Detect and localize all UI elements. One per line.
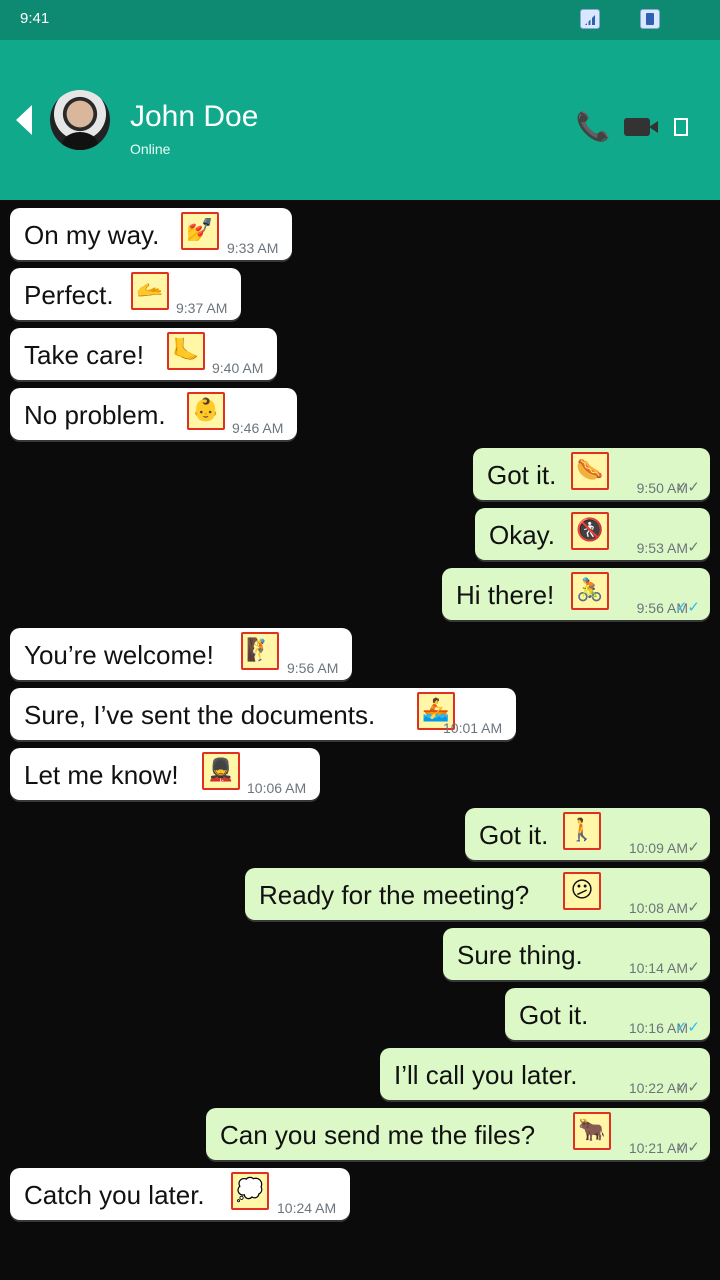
message-incoming[interactable]: Let me know! 💂 10:06 AM xyxy=(10,748,320,800)
message-incoming[interactable]: Take care! 🦶 9:40 AM xyxy=(10,328,277,380)
message-text: Got it. xyxy=(519,1000,589,1030)
message-text: On my way. xyxy=(24,220,160,250)
message-outgoing[interactable]: Hi there! 🚴 9:56 AM ✓✓ xyxy=(442,568,710,620)
message-time: 10:09 AM xyxy=(628,840,688,856)
message-time: 9:37 AM xyxy=(176,300,228,316)
delivered-ticks-icon: ✓✓ xyxy=(674,1139,700,1156)
message-text: Let me know! xyxy=(24,760,179,790)
message-incoming[interactable]: Sure, I’ve sent the documents. 🚣 10:01 A… xyxy=(10,688,516,740)
message-time: 9:40 AM xyxy=(212,360,264,376)
message-outgoing[interactable]: Got it. 🌭 9:50 AM ✓✓ xyxy=(473,448,710,500)
contact-name[interactable]: John Doe xyxy=(130,100,258,134)
emoji: 🌭 xyxy=(571,452,609,490)
message-time: 10:14 AM xyxy=(628,960,688,976)
message-text: Ready for the meeting? xyxy=(259,880,530,910)
message-time: 10:08 AM xyxy=(628,900,688,916)
message-outgoing[interactable]: Can you send me the files? 🐂 10:21 AM ✓✓ xyxy=(206,1108,710,1160)
message-text: Sure, I’ve sent the documents. xyxy=(24,700,376,730)
message-text: Catch you later. xyxy=(24,1180,205,1210)
emoji: 🐂 xyxy=(573,1112,611,1150)
message-incoming[interactable]: Perfect. 🫴 9:37 AM xyxy=(10,268,241,320)
emoji: 🚴 xyxy=(571,572,609,610)
menu-button[interactable] xyxy=(666,112,696,142)
emoji: 💭 xyxy=(231,1172,269,1210)
message-text: No problem. xyxy=(24,400,166,430)
message-text: Sure thing. xyxy=(457,940,583,970)
battery-icon xyxy=(640,9,660,29)
avatar[interactable] xyxy=(50,90,110,150)
message-text: I’ll call you later. xyxy=(394,1060,578,1090)
message-outgoing[interactable]: Got it. 🚶 10:09 AM ✓ xyxy=(465,808,710,860)
message-time: 9:33 AM xyxy=(227,240,279,256)
video-camera-icon xyxy=(624,118,658,136)
status-icons xyxy=(580,9,660,29)
status-bar: 9:41 xyxy=(0,0,720,40)
message-text: Got it. xyxy=(479,820,549,850)
call-button[interactable]: 📞 xyxy=(575,111,611,142)
sent-tick-icon: ✓ xyxy=(687,839,700,856)
message-time: 9:56 AM xyxy=(287,660,339,676)
message-outgoing[interactable]: I’ll call you later. 10:22 AM ✓✓ xyxy=(380,1048,710,1100)
message-text: Okay. xyxy=(489,520,555,550)
message-text: You’re welcome! xyxy=(24,640,214,670)
message-time: 9:46 AM xyxy=(232,420,284,436)
message-outgoing[interactable]: Ready for the meeting? 😕 10:08 AM ✓ xyxy=(245,868,710,920)
emoji: 🚷 xyxy=(571,512,609,550)
sent-tick-icon: ✓ xyxy=(687,539,700,556)
message-text: Got it. xyxy=(487,460,557,490)
emoji: 🚶 xyxy=(563,812,601,850)
sent-tick-icon: ✓ xyxy=(687,899,700,916)
signal-icon xyxy=(580,9,600,29)
emoji: 🧗 xyxy=(241,632,279,670)
message-text: Hi there! xyxy=(456,580,555,610)
message-time: 10:24 AM xyxy=(277,1200,337,1216)
message-incoming[interactable]: You’re welcome! 🧗 9:56 AM xyxy=(10,628,352,680)
message-time: 9:53 AM xyxy=(636,540,688,556)
emoji: 🫴 xyxy=(131,272,169,310)
message-outgoing[interactable]: Got it. 10:16 AM ✓✓ xyxy=(505,988,710,1040)
emoji: 💂 xyxy=(202,752,240,790)
sent-tick-icon: ✓ xyxy=(687,959,700,976)
menu-icon xyxy=(674,118,688,136)
message-text: Take care! xyxy=(24,340,144,370)
read-ticks-icon: ✓✓ xyxy=(674,599,700,616)
delivered-ticks-icon: ✓✓ xyxy=(674,1079,700,1096)
phone-icon: 📞 xyxy=(575,111,611,142)
video-call-button[interactable] xyxy=(622,112,658,142)
contact-status: Online xyxy=(130,141,171,157)
message-time: 10:06 AM xyxy=(247,780,307,796)
message-outgoing[interactable]: Okay. 🚷 9:53 AM ✓ xyxy=(475,508,710,560)
back-arrow-icon[interactable] xyxy=(14,105,36,135)
emoji: 💅 xyxy=(181,212,219,250)
message-time: 10:01 AM xyxy=(443,720,503,736)
message-text: Can you send me the files? xyxy=(220,1120,536,1150)
read-ticks-icon: ✓✓ xyxy=(674,1019,700,1036)
message-incoming[interactable]: On my way. 💅 9:33 AM xyxy=(10,208,292,260)
message-incoming[interactable]: Catch you later. 💭 10:24 AM xyxy=(10,1168,350,1220)
delivered-ticks-icon: ✓✓ xyxy=(674,479,700,496)
message-text: Perfect. xyxy=(24,280,114,310)
header-actions: 📞 xyxy=(575,111,696,142)
message-list[interactable]: On my way. 💅 9:33 AM Perfect. 🫴 9:37 AM … xyxy=(0,200,720,1280)
message-incoming[interactable]: No problem. 👶 9:46 AM xyxy=(10,388,297,440)
emoji: 👶 xyxy=(187,392,225,430)
chat-header: John Doe Online 📞 xyxy=(0,40,720,200)
status-time: 9:41 xyxy=(20,10,50,27)
emoji: 😕 xyxy=(563,872,601,910)
emoji: 🦶 xyxy=(167,332,205,370)
message-outgoing[interactable]: Sure thing. 10:14 AM ✓ xyxy=(443,928,710,980)
